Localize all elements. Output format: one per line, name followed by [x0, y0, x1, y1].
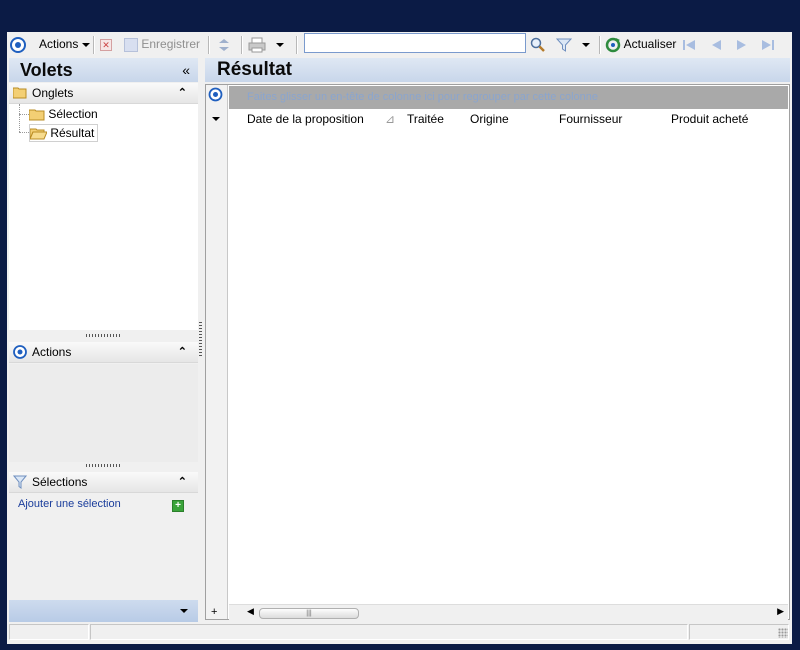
chevron-down-icon: [582, 42, 590, 47]
onglets-tree: Sélection Résultat: [9, 104, 198, 330]
scroll-right-icon[interactable]: ▶: [777, 606, 784, 617]
printer-icon: [248, 37, 266, 53]
toolbar-divider: [93, 36, 94, 54]
chevron-down-icon: [81, 42, 90, 47]
actions-menu-button[interactable]: Actions: [39, 32, 90, 57]
scroll-left-icon[interactable]: ◀: [247, 606, 254, 617]
group-by-panel[interactable]: Faites glisser un en-tête de colonne ici…: [229, 86, 788, 109]
tree-connector: [19, 104, 20, 132]
actions-label: Actions: [32, 345, 72, 359]
search-input[interactable]: [305, 34, 531, 52]
group-by-hint: Faites glisser un en-tête de colonne ici…: [247, 91, 598, 103]
search-button[interactable]: [530, 32, 546, 57]
first-record-button[interactable]: [681, 32, 697, 57]
actions-section-header[interactable]: Actions ⌃: [9, 342, 198, 363]
collapse-section-icon[interactable]: ⌃: [178, 83, 187, 103]
folder-icon: [13, 87, 27, 99]
splitter-grip[interactable]: [86, 334, 120, 337]
folder-icon: [28, 109, 45, 121]
save-icon: [124, 37, 138, 52]
next-icon: [737, 39, 746, 50]
previous-icon: [712, 39, 721, 50]
filter-icon: [13, 475, 27, 489]
collapse-section-icon[interactable]: ⌃: [178, 472, 187, 492]
last-icon: [762, 39, 774, 50]
delete-icon: ✕: [100, 38, 112, 51]
tree-connector: [19, 114, 29, 115]
app-logo-icon[interactable]: [10, 32, 26, 57]
next-record-button[interactable]: [734, 32, 750, 57]
toolbar-divider: [599, 36, 600, 54]
grid-column-headers: Date de la proposition ⊿ Traitée Origine…: [229, 110, 788, 128]
toolbar-divider: [296, 36, 297, 54]
toolbar-divider: [241, 36, 242, 54]
grid-row-header-column: +: [206, 85, 228, 619]
save-label: Enregistrer: [141, 37, 201, 51]
vertical-splitter-grip[interactable]: [199, 322, 202, 358]
save-button[interactable]: Enregistrer: [124, 32, 200, 57]
refresh-icon: [605, 37, 621, 53]
actions-menu-label: Actions: [39, 37, 79, 51]
selections-label: Sélections: [32, 475, 88, 489]
column-chooser-icon[interactable]: [212, 117, 220, 121]
toolbar: Actions ✕ Enregistrer Actualiser: [7, 32, 792, 57]
sync-button[interactable]: [216, 32, 232, 57]
status-cell: [9, 624, 89, 640]
add-selection-link[interactable]: Ajouter une sélection: [18, 498, 121, 510]
print-button[interactable]: [248, 32, 266, 57]
selections-section-header[interactable]: Sélections ⌃: [9, 472, 198, 493]
add-icon[interactable]: +: [172, 500, 184, 512]
scrollbar-thumb[interactable]: |||: [259, 608, 359, 619]
print-options-button[interactable]: [276, 32, 284, 57]
search-field[interactable]: [304, 33, 531, 53]
open-folder-icon: [29, 128, 48, 140]
filter-button[interactable]: [555, 32, 573, 57]
column-header-date[interactable]: Date de la proposition: [247, 110, 364, 128]
chevron-down-icon: [180, 609, 188, 613]
status-cell: [90, 624, 688, 640]
target-icon: [13, 345, 27, 359]
search-icon: [530, 37, 545, 52]
column-header-origine[interactable]: Origine: [470, 110, 509, 128]
column-header-traitee[interactable]: Traitée: [407, 110, 444, 128]
tree-item-label: Résultat: [50, 126, 95, 140]
first-icon: [683, 39, 695, 50]
tree-connector: [19, 132, 29, 133]
status-cell: [689, 624, 789, 640]
onglets-label: Onglets: [32, 86, 74, 100]
data-grid: [205, 84, 790, 620]
top-band: [0, 0, 800, 32]
splitter-grip[interactable]: [86, 464, 120, 467]
collapse-panel-button[interactable]: «: [182, 58, 190, 82]
delete-button[interactable]: ✕: [100, 32, 112, 57]
tree-item-selection[interactable]: Sélection: [28, 106, 98, 122]
column-filter-icon[interactable]: ⊿: [385, 110, 395, 128]
filter-options-button[interactable]: [582, 32, 590, 57]
collapse-section-icon[interactable]: ⌃: [178, 342, 187, 362]
resultat-header: Résultat: [205, 58, 790, 82]
sync-icon: [219, 38, 229, 51]
column-header-produit[interactable]: Produit acheté: [671, 110, 748, 128]
resize-grip-icon[interactable]: [778, 628, 788, 638]
toolbar-divider: [208, 36, 209, 54]
last-record-button[interactable]: [760, 32, 776, 57]
tree-item-label: Sélection: [48, 107, 98, 121]
add-row-icon[interactable]: +: [211, 605, 217, 619]
filter-icon: [555, 38, 573, 52]
status-bar: [7, 622, 792, 642]
grid-options-icon[interactable]: [208, 87, 223, 102]
previous-record-button[interactable]: [708, 32, 724, 57]
actions-panel-body: [9, 364, 198, 462]
onglets-section-header[interactable]: Onglets ⌃: [9, 83, 198, 104]
column-header-fournisseur[interactable]: Fournisseur: [559, 110, 622, 128]
horizontal-scrollbar[interactable]: ◀ ||| ▶: [229, 604, 788, 620]
volets-title: Volets: [20, 60, 73, 80]
volets-header: Volets «: [9, 58, 198, 82]
panel-options-bar[interactable]: [9, 600, 198, 622]
chevron-down-icon: [276, 42, 284, 47]
refresh-button[interactable]: Actualiser: [605, 32, 676, 57]
tree-item-resultat[interactable]: Résultat: [29, 124, 99, 142]
page-title: Résultat: [217, 59, 292, 80]
refresh-label: Actualiser: [623, 37, 677, 51]
